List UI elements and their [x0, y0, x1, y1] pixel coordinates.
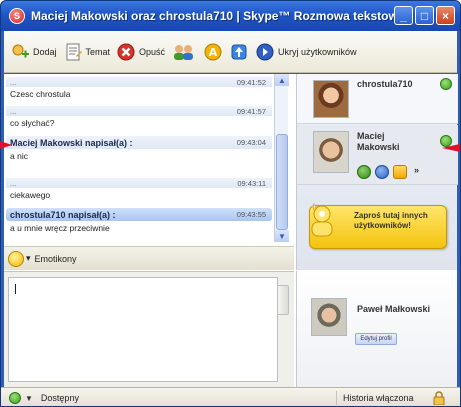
info-icon[interactable]: [375, 165, 389, 179]
transfer-button[interactable]: [229, 42, 249, 62]
message-time: 09:41:57: [236, 106, 266, 116]
message-input-area: [4, 271, 294, 387]
minimize-button[interactable]: _: [394, 6, 413, 25]
message-text: ciekawego: [10, 189, 51, 200]
leave-label: Opuść: [139, 46, 166, 57]
participant-maciej-makowski[interactable]: Maciej Makowski »: [297, 125, 458, 185]
list-item: chrostula710 napisał(a) : 09:43:55 a u mn…: [6, 208, 272, 234]
message-text: a u mnie wręcz przeciwnie: [10, 222, 110, 233]
input-scrollbar[interactable]: [277, 285, 289, 315]
hide-users-button[interactable]: Ukryj użytkowników: [255, 42, 357, 62]
participant-chrostula710[interactable]: chrostula710: [297, 74, 458, 124]
title-bar[interactable]: S Maciej Makowski oraz chrostula710 | Sk…: [1, 1, 460, 31]
participant-name: chrostula710: [357, 79, 413, 89]
message-time: 09:43:11: [237, 178, 266, 188]
participants-panel: chrostula710 Maciej Makowski » + Zaproś …: [296, 74, 458, 270]
status-online-icon[interactable]: [9, 392, 21, 404]
avatar: [313, 131, 349, 173]
message-author: Maciej Makowski napisał(a) :: [10, 137, 133, 148]
chat-scrollbar[interactable]: ▲ ▼: [274, 74, 289, 242]
hide-users-icon: [255, 42, 275, 62]
online-status-icon: [440, 78, 452, 90]
chevron-down-icon: ▾: [26, 253, 31, 263]
users-button[interactable]: [171, 42, 197, 62]
svg-text:+: +: [310, 202, 318, 213]
invite-text: Zaproś tutaj innych użytkowników!: [354, 211, 428, 230]
participant-name-line2: Makowski: [357, 142, 400, 152]
annotation-arrow-right: [442, 144, 460, 152]
message-time: 09:43:55: [236, 210, 266, 219]
scroll-thumb[interactable]: [276, 134, 288, 230]
list-item: Maciej Makowski napisał(a) : 09:43:04 a n…: [6, 136, 272, 162]
status-label[interactable]: Dostępny: [41, 393, 79, 403]
text-caret: [15, 284, 16, 294]
list-item: ... 09:41:52 Czesc chrostula: [6, 77, 272, 100]
users-icon: [171, 42, 197, 62]
message-time: 09:43:04: [236, 138, 266, 147]
topic-button[interactable]: Temat: [63, 42, 111, 62]
main-area: ... 09:41:52 Czesc chrostula ... 09:41:57 …: [4, 74, 458, 387]
invite-user-icon: +: [310, 202, 333, 237]
add-button[interactable]: Dodaj: [10, 42, 57, 62]
emoticons-button[interactable]: ▾ Emotikony: [4, 246, 294, 270]
message-text: a nic: [10, 150, 28, 161]
send-file-icon[interactable]: [393, 165, 407, 179]
status-bar: ▼ Dostępny Historia włączona: [1, 387, 460, 406]
message-time: 09:41:52: [236, 77, 266, 87]
annotation-arrow-left: [0, 141, 12, 149]
message-author: chrostula710 napisał(a) :: [10, 209, 116, 220]
window-title: Maciej Makowski oraz chrostula710 | Skyp…: [31, 9, 405, 23]
add-label: Dodaj: [33, 46, 57, 57]
message-input[interactable]: [8, 277, 289, 382]
avatar: [313, 80, 349, 118]
leave-icon: [116, 42, 136, 62]
topic-icon: [63, 42, 83, 62]
svg-text:A: A: [209, 46, 218, 59]
emoticons-label: Emotikony: [34, 253, 77, 264]
lock-icon[interactable]: [433, 391, 445, 405]
leave-button[interactable]: Opuść: [116, 42, 165, 62]
history-status: Historia włączona: [336, 391, 414, 405]
scroll-up-icon[interactable]: ▲: [275, 74, 289, 86]
skype-logo-icon: S: [9, 8, 25, 24]
toolbar: Dodaj Temat Opuść A Ukryj użytkowników: [4, 31, 457, 73]
invite-users-button[interactable]: + Zaproś tutaj innych użytkowników!: [309, 202, 447, 249]
more-options-button[interactable]: »: [414, 165, 419, 175]
alert-icon: A: [203, 42, 223, 62]
alert-button[interactable]: A: [203, 42, 223, 62]
message-author: ...: [10, 77, 17, 87]
close-button[interactable]: ×: [436, 6, 455, 25]
message-author: ...: [10, 106, 17, 116]
smiley-icon: [8, 251, 24, 267]
edit-profile-button[interactable]: Edytuj profil: [355, 333, 397, 345]
list-item: ... 09:41:57 co słychać?: [6, 106, 272, 129]
chevron-down-icon[interactable]: ▼: [25, 394, 33, 403]
chat-history[interactable]: ... 09:41:52 Czesc chrostula ... 09:41:57 …: [4, 74, 289, 246]
add-contact-icon: [10, 42, 30, 62]
maximize-button[interactable]: □: [415, 6, 434, 25]
my-name: Paweł Małkowski: [357, 304, 431, 314]
my-profile-panel: Paweł Małkowski Edytuj profil: [296, 271, 457, 387]
message-text: Czesc chrostula: [10, 88, 71, 99]
message-author: ...: [10, 178, 17, 188]
transfer-icon: [229, 42, 249, 62]
participant-name-line1: Maciej: [357, 131, 385, 141]
message-text: co słychać?: [10, 117, 55, 128]
hide-users-label: Ukryj użytkowników: [278, 46, 357, 57]
avatar: [311, 298, 347, 336]
skype-chat-window: S Maciej Makowski oraz chrostula710 | Sk…: [0, 0, 461, 407]
topic-label: Temat: [85, 46, 111, 57]
scroll-down-icon[interactable]: ▼: [275, 230, 289, 242]
call-icon[interactable]: [357, 165, 371, 179]
list-item: ... 09:43:11 ciekawego: [6, 178, 272, 201]
